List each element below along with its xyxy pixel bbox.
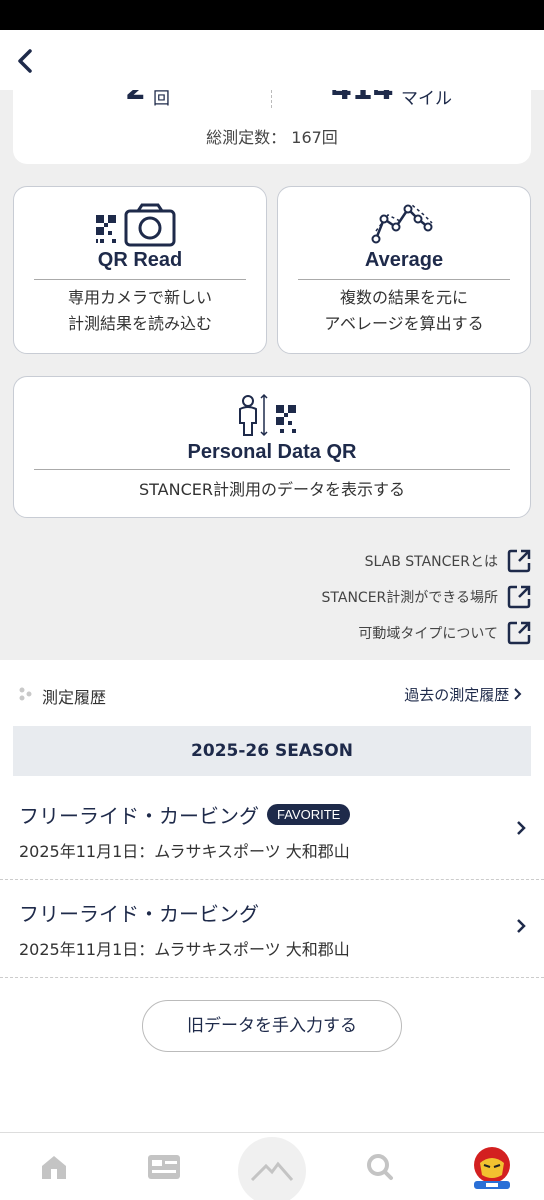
history-header: 測定履歴 過去の測定履歴 xyxy=(0,660,544,728)
divider xyxy=(298,279,510,280)
past-history-link[interactable]: 過去の測定履歴 xyxy=(404,684,522,705)
tab-center[interactable] xyxy=(238,1137,306,1200)
history-row[interactable]: フリーライド・カービング FAVORITE 2025年11月1日：ムラサキスポー… xyxy=(0,782,544,880)
link-mobility-types[interactable]: 可動域タイプについて xyxy=(358,616,532,650)
average-card[interactable]: Average 複数の結果を元に アベレージを算出する xyxy=(277,186,531,354)
tab-search[interactable] xyxy=(350,1133,410,1200)
header xyxy=(0,30,544,90)
bottom-tab-bar xyxy=(0,1132,544,1200)
average-desc-2: アベレージを算出する xyxy=(324,314,484,333)
home-icon xyxy=(42,1156,66,1179)
tab-card[interactable] xyxy=(134,1133,194,1200)
external-link-icon xyxy=(507,585,531,609)
chevron-right-icon xyxy=(517,821,526,835)
chevron-right-icon xyxy=(517,919,526,933)
qr-read-card[interactable]: QR Read 専用カメラで新しい 計測結果を読み込む xyxy=(13,186,267,354)
link-label: STANCER計測ができる場所 xyxy=(321,590,498,606)
tab-home[interactable] xyxy=(24,1133,84,1200)
link-stancer-locations[interactable]: STANCER計測ができる場所 xyxy=(322,580,532,614)
status-bar xyxy=(0,0,544,30)
history-row-name: フリーライド・カービング FAVORITE xyxy=(19,800,351,829)
qr-read-title: QR Read xyxy=(97,249,183,271)
main-content[interactable]: 2 回 414 マイル 総測定数： 167回 QR Read 専用カメラで新しい… xyxy=(0,90,544,1132)
stats-card: 2 回 414 マイル 総測定数： 167回 xyxy=(13,90,531,164)
history-section: 測定履歴 過去の測定履歴 2025-26 SEASON フリーライド・カービング… xyxy=(0,660,544,1132)
personal-data-qr-card[interactable]: Personal Data QR STANCER計測用のデータを表示する xyxy=(13,376,531,518)
miles-unit: マイル xyxy=(401,90,452,109)
manual-entry-button[interactable]: 旧データを手入力する xyxy=(142,1000,402,1052)
avatar xyxy=(474,1147,510,1189)
line-chart-icon xyxy=(371,203,433,244)
history-row-name: フリーライド・カービング xyxy=(19,898,259,927)
divider xyxy=(34,469,510,470)
history-row-title: フリーライド・カービング xyxy=(19,804,259,828)
total-count: 総測定数： 167回 xyxy=(206,128,338,147)
external-link-icon xyxy=(507,549,531,573)
history-row-title: フリーライド・カービング xyxy=(19,902,259,926)
personal-data-title: Personal Data QR xyxy=(187,441,357,463)
dots-icon xyxy=(19,687,32,701)
miles-value: 414 xyxy=(331,90,394,107)
count-value: 2 xyxy=(125,90,146,107)
history-title: 測定履歴 xyxy=(42,688,107,707)
search-icon xyxy=(367,1154,393,1180)
count-unit: 回 xyxy=(153,90,170,109)
stat-divider xyxy=(271,90,272,108)
external-link-icon xyxy=(507,621,531,645)
link-label: SLAB STANCERとは xyxy=(364,554,498,570)
average-desc-1: 複数の結果を元に xyxy=(339,288,468,307)
mountain-icon xyxy=(250,1161,294,1182)
qr-read-desc-1: 専用カメラで新しい xyxy=(67,288,212,307)
season-header: 2025-26 SEASON xyxy=(13,726,531,776)
qr-read-desc-2: 計測結果を読み込む xyxy=(67,314,212,333)
back-button[interactable] xyxy=(8,44,42,78)
chevron-left-icon xyxy=(18,49,32,73)
qr-camera-icon xyxy=(96,203,176,247)
person-qr-icon xyxy=(239,393,296,437)
average-title: Average xyxy=(364,249,444,271)
history-row-detail: 2025年11月1日：ムラサキスポーツ 大和郡山 xyxy=(19,940,350,959)
chevron-right-icon xyxy=(514,688,522,700)
personal-data-desc: STANCER計測用のデータを表示する xyxy=(138,480,405,499)
tab-profile[interactable] xyxy=(462,1133,522,1200)
divider xyxy=(34,279,246,280)
card-icon xyxy=(148,1155,180,1179)
history-row-detail: 2025年11月1日：ムラサキスポーツ 大和郡山 xyxy=(19,842,350,861)
history-row[interactable]: フリーライド・カービング 2025年11月1日：ムラサキスポーツ 大和郡山 xyxy=(0,880,544,978)
link-about-stancer[interactable]: SLAB STANCERとは xyxy=(365,544,532,578)
favorite-badge: FAVORITE xyxy=(267,804,351,825)
past-history-label: 過去の測定履歴 xyxy=(404,686,510,704)
link-label: 可動域タイプについて xyxy=(358,626,498,642)
